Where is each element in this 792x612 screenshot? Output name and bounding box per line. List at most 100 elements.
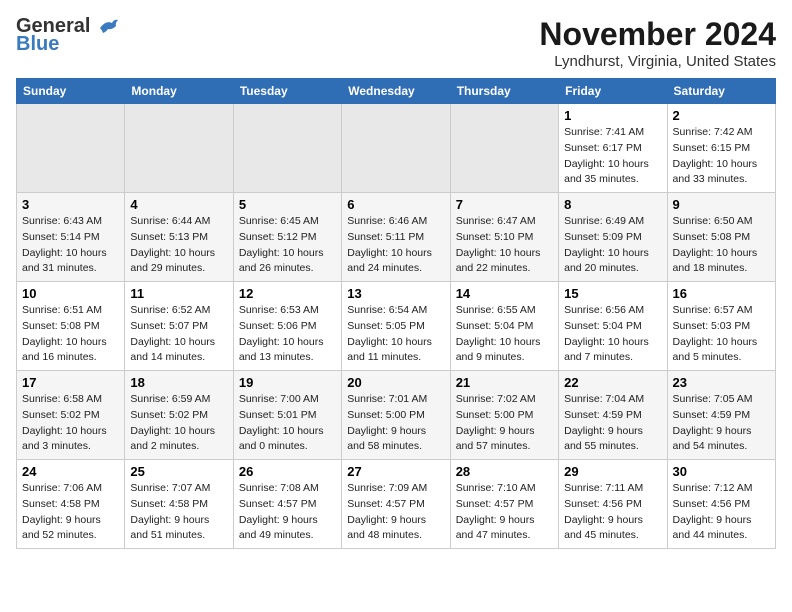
day-number: 12 <box>239 286 336 301</box>
calendar-header-row: SundayMondayTuesdayWednesdayThursdayFrid… <box>17 79 776 104</box>
month-title: November 2024 <box>539 16 776 53</box>
header-sunday: Sunday <box>17 79 125 104</box>
calendar-week-1: 1 Sunrise: 7:41 AM Sunset: 6:17 PM Daylig… <box>17 104 776 193</box>
day-info: Sunrise: 7:09 AM Sunset: 4:57 PM Dayligh… <box>347 481 444 544</box>
title-section: November 2024 Lyndhurst, Virginia, Unite… <box>539 16 776 70</box>
calendar-cell <box>233 104 341 193</box>
calendar-cell: 17 Sunrise: 6:58 AM Sunset: 5:02 PM Dayli… <box>17 371 125 460</box>
day-info: Sunrise: 7:12 AM Sunset: 4:56 PM Dayligh… <box>673 481 770 544</box>
calendar-cell: 1 Sunrise: 7:41 AM Sunset: 6:17 PM Daylig… <box>559 104 667 193</box>
day-info: Sunrise: 6:56 AM Sunset: 5:04 PM Dayligh… <box>564 303 661 366</box>
day-info: Sunrise: 7:02 AM Sunset: 5:00 PM Dayligh… <box>456 392 553 455</box>
day-number: 2 <box>673 108 770 123</box>
calendar-cell <box>125 104 233 193</box>
header: General Blue November 2024 Lyndhurst, Vi… <box>16 16 776 70</box>
day-info: Sunrise: 6:51 AM Sunset: 5:08 PM Dayligh… <box>22 303 119 366</box>
day-info: Sunrise: 7:42 AM Sunset: 6:15 PM Dayligh… <box>673 125 770 188</box>
day-number: 26 <box>239 464 336 479</box>
calendar-week-4: 17 Sunrise: 6:58 AM Sunset: 5:02 PM Dayli… <box>17 371 776 460</box>
day-number: 1 <box>564 108 661 123</box>
day-number: 3 <box>22 197 119 212</box>
day-number: 10 <box>22 286 119 301</box>
calendar-cell: 6 Sunrise: 6:46 AM Sunset: 5:11 PM Daylig… <box>342 193 450 282</box>
calendar-cell: 11 Sunrise: 6:52 AM Sunset: 5:07 PM Dayli… <box>125 282 233 371</box>
day-info: Sunrise: 6:58 AM Sunset: 5:02 PM Dayligh… <box>22 392 119 455</box>
calendar-cell: 20 Sunrise: 7:01 AM Sunset: 5:00 PM Dayli… <box>342 371 450 460</box>
day-number: 29 <box>564 464 661 479</box>
day-number: 15 <box>564 286 661 301</box>
calendar-cell: 29Sunrise: 7:11 AM Sunset: 4:56 PM Dayli… <box>559 460 667 549</box>
day-info: Sunrise: 6:50 AM Sunset: 5:08 PM Dayligh… <box>673 214 770 277</box>
calendar-cell: 2 Sunrise: 7:42 AM Sunset: 6:15 PM Daylig… <box>667 104 775 193</box>
logo-bird-icon <box>98 18 120 36</box>
day-number: 6 <box>347 197 444 212</box>
day-info: Sunrise: 7:07 AM Sunset: 4:58 PM Dayligh… <box>130 481 227 544</box>
calendar-cell <box>17 104 125 193</box>
header-tuesday: Tuesday <box>233 79 341 104</box>
day-number: 24 <box>22 464 119 479</box>
logo-blue: Blue <box>16 34 59 54</box>
day-number: 14 <box>456 286 553 301</box>
day-number: 17 <box>22 375 119 390</box>
calendar-cell <box>450 104 558 193</box>
calendar-week-5: 24 Sunrise: 7:06 AM Sunset: 4:58 PM Dayli… <box>17 460 776 549</box>
day-info: Sunrise: 6:47 AM Sunset: 5:10 PM Dayligh… <box>456 214 553 277</box>
day-number: 9 <box>673 197 770 212</box>
day-number: 4 <box>130 197 227 212</box>
calendar-cell: 4 Sunrise: 6:44 AM Sunset: 5:13 PM Daylig… <box>125 193 233 282</box>
day-info: Sunrise: 6:45 AM Sunset: 5:12 PM Dayligh… <box>239 214 336 277</box>
calendar-cell: 15 Sunrise: 6:56 AM Sunset: 5:04 PM Dayli… <box>559 282 667 371</box>
header-friday: Friday <box>559 79 667 104</box>
day-info: Sunrise: 7:41 AM Sunset: 6:17 PM Dayligh… <box>564 125 661 188</box>
day-number: 23 <box>673 375 770 390</box>
day-info: Sunrise: 6:43 AM Sunset: 5:14 PM Dayligh… <box>22 214 119 277</box>
calendar-cell: 25Sunrise: 7:07 AM Sunset: 4:58 PM Dayli… <box>125 460 233 549</box>
calendar-cell: 21 Sunrise: 7:02 AM Sunset: 5:00 PM Dayli… <box>450 371 558 460</box>
day-number: 20 <box>347 375 444 390</box>
day-info: Sunrise: 7:08 AM Sunset: 4:57 PM Dayligh… <box>239 481 336 544</box>
day-info: Sunrise: 6:49 AM Sunset: 5:09 PM Dayligh… <box>564 214 661 277</box>
day-info: Sunrise: 6:46 AM Sunset: 5:11 PM Dayligh… <box>347 214 444 277</box>
header-saturday: Saturday <box>667 79 775 104</box>
day-number: 13 <box>347 286 444 301</box>
day-number: 11 <box>130 286 227 301</box>
day-info: Sunrise: 7:10 AM Sunset: 4:57 PM Dayligh… <box>456 481 553 544</box>
day-info: Sunrise: 6:59 AM Sunset: 5:02 PM Dayligh… <box>130 392 227 455</box>
day-number: 30 <box>673 464 770 479</box>
day-number: 7 <box>456 197 553 212</box>
location: Lyndhurst, Virginia, United States <box>539 53 776 70</box>
day-number: 19 <box>239 375 336 390</box>
calendar-cell: 3 Sunrise: 6:43 AM Sunset: 5:14 PM Daylig… <box>17 193 125 282</box>
day-number: 22 <box>564 375 661 390</box>
day-number: 8 <box>564 197 661 212</box>
calendar-cell: 7 Sunrise: 6:47 AM Sunset: 5:10 PM Daylig… <box>450 193 558 282</box>
day-info: Sunrise: 7:01 AM Sunset: 5:00 PM Dayligh… <box>347 392 444 455</box>
day-number: 28 <box>456 464 553 479</box>
calendar-cell: 18Sunrise: 6:59 AM Sunset: 5:02 PM Dayli… <box>125 371 233 460</box>
calendar-cell: 9 Sunrise: 6:50 AM Sunset: 5:08 PM Daylig… <box>667 193 775 282</box>
calendar-cell: 27 Sunrise: 7:09 AM Sunset: 4:57 PM Dayli… <box>342 460 450 549</box>
calendar-cell: 13Sunrise: 6:54 AM Sunset: 5:05 PM Dayli… <box>342 282 450 371</box>
logo: General Blue <box>16 16 120 54</box>
calendar-cell: 28 Sunrise: 7:10 AM Sunset: 4:57 PM Dayli… <box>450 460 558 549</box>
calendar-week-2: 3 Sunrise: 6:43 AM Sunset: 5:14 PM Daylig… <box>17 193 776 282</box>
day-number: 21 <box>456 375 553 390</box>
calendar-cell: 16Sunrise: 6:57 AM Sunset: 5:03 PM Dayli… <box>667 282 775 371</box>
header-thursday: Thursday <box>450 79 558 104</box>
day-info: Sunrise: 6:52 AM Sunset: 5:07 PM Dayligh… <box>130 303 227 366</box>
calendar-cell: 14 Sunrise: 6:55 AM Sunset: 5:04 PM Dayli… <box>450 282 558 371</box>
calendar-cell: 5 Sunrise: 6:45 AM Sunset: 5:12 PM Daylig… <box>233 193 341 282</box>
day-info: Sunrise: 6:57 AM Sunset: 5:03 PM Dayligh… <box>673 303 770 366</box>
day-info: Sunrise: 7:05 AM Sunset: 4:59 PM Dayligh… <box>673 392 770 455</box>
day-info: Sunrise: 7:06 AM Sunset: 4:58 PM Dayligh… <box>22 481 119 544</box>
calendar-cell: 26 Sunrise: 7:08 AM Sunset: 4:57 PM Dayli… <box>233 460 341 549</box>
day-number: 27 <box>347 464 444 479</box>
day-info: Sunrise: 6:53 AM Sunset: 5:06 PM Dayligh… <box>239 303 336 366</box>
header-wednesday: Wednesday <box>342 79 450 104</box>
calendar-cell: 22Sunrise: 7:04 AM Sunset: 4:59 PM Dayli… <box>559 371 667 460</box>
day-info: Sunrise: 6:44 AM Sunset: 5:13 PM Dayligh… <box>130 214 227 277</box>
day-number: 5 <box>239 197 336 212</box>
day-info: Sunrise: 6:55 AM Sunset: 5:04 PM Dayligh… <box>456 303 553 366</box>
calendar-cell: 30 Sunrise: 7:12 AM Sunset: 4:56 PM Dayli… <box>667 460 775 549</box>
calendar-cell <box>342 104 450 193</box>
